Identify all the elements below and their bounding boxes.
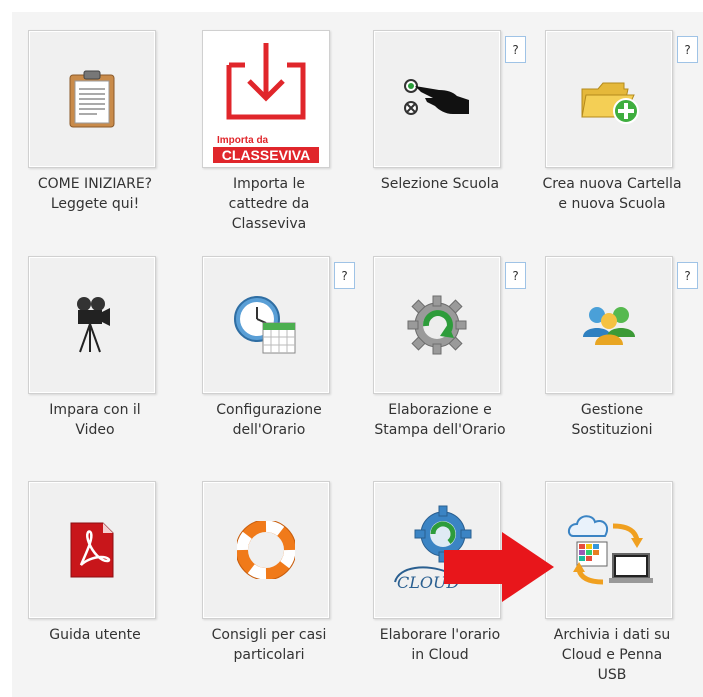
classeviva-import-icon: Importa da CLASSEVIVA xyxy=(213,43,319,163)
classeviva-badge-line2: CLASSEVIVA xyxy=(222,147,310,163)
tile-label: Archivia i dati su Cloud e Penna USB xyxy=(553,627,671,683)
tile-label: Selezione Scuola xyxy=(380,176,500,192)
new-folder-icon xyxy=(581,82,639,124)
help-button-selezione-scuola[interactable]: ? xyxy=(505,36,526,63)
tile-button-consigli-casi[interactable] xyxy=(202,481,330,619)
tile-button-importa-classeviva[interactable]: Importa da CLASSEVIVA xyxy=(202,30,330,168)
tile-label: Configurazione dell'Orario xyxy=(216,402,322,438)
tile-button-elaborazione-stampa[interactable] xyxy=(373,256,501,394)
select-school-hand-icon xyxy=(404,79,469,115)
tile-button-come-iniziare[interactable] xyxy=(28,30,156,168)
tile-button-crea-cartella[interactable] xyxy=(545,30,673,168)
tile-label: Elaborazione e Stampa dell'Orario xyxy=(374,402,506,438)
red-arrow-icon xyxy=(444,532,554,602)
pdf-icon xyxy=(70,522,114,578)
gear-refresh-icon xyxy=(407,295,467,355)
tile-button-configurazione-orario[interactable] xyxy=(202,256,330,394)
cloud-usb-archive-icon xyxy=(567,515,653,585)
clock-calendar-icon xyxy=(234,296,296,354)
tile-label: Consigli per casi particolari xyxy=(211,627,327,663)
tile-label: COME INIZIARE? Leggete qui! xyxy=(37,176,153,212)
tile-label: Gestione Sostituzioni xyxy=(571,402,653,438)
movie-camera-icon xyxy=(77,297,110,353)
tile-button-gestione-sostituzioni[interactable] xyxy=(545,256,673,394)
help-button-gestione-sostituzioni[interactable]: ? xyxy=(677,262,698,289)
tile-label: Elaborare l'orario in Cloud xyxy=(379,627,501,663)
tile-button-archivia-dati[interactable] xyxy=(545,481,673,619)
help-button-elaborazione-stampa[interactable]: ? xyxy=(505,262,526,289)
users-icon xyxy=(583,307,635,345)
help-button-crea-cartella[interactable]: ? xyxy=(677,36,698,63)
clipboard-icon xyxy=(69,70,115,128)
tile-label: Importa le cattedre da Classeviva xyxy=(228,176,310,232)
tile-label: Guida utente xyxy=(49,627,141,643)
tile-button-impara-video[interactable] xyxy=(28,256,156,394)
tile-button-guida-utente[interactable] xyxy=(28,481,156,619)
tile-label: Impara con il Video xyxy=(49,402,141,438)
help-button-configurazione-orario[interactable]: ? xyxy=(334,262,355,289)
tile-label: Crea nuova Cartella e nuova Scuola xyxy=(542,176,682,212)
lifebuoy-icon xyxy=(237,521,295,579)
tile-button-selezione-scuola[interactable] xyxy=(373,30,501,168)
classeviva-badge-line1: Importa da xyxy=(217,135,269,146)
